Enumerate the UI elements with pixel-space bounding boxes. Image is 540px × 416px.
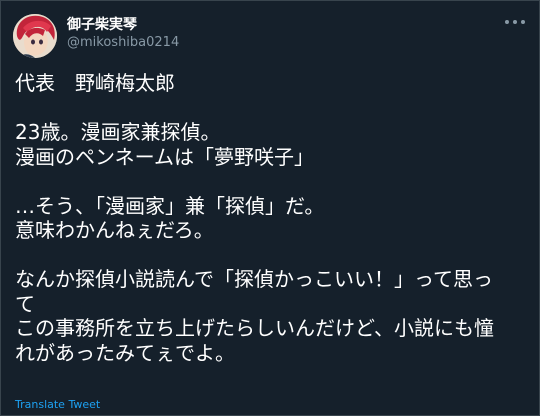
tweet-text-line [15, 243, 531, 268]
translate-tweet-link[interactable]: Translate Tweet [15, 398, 100, 411]
more-horizontal-icon[interactable] [505, 15, 525, 29]
tweet-text-line: なんか探偵小説読んで「探偵かっこいい！」って思っ [15, 267, 493, 291]
tweet-text: 代表 野崎梅太郎 23歳。漫画家兼探偵。 漫画のペンネームは「夢野咲子」 …そう… [15, 71, 531, 365]
tweet-text-line: 代表 野崎梅太郎 [15, 71, 175, 95]
dot-icon [505, 20, 509, 24]
tweet-text-line: 意味わかんねぇだろ。 [15, 218, 214, 242]
tweet-text-line: 23歳。漫画家兼探偵。 [15, 120, 221, 144]
avatar[interactable] [13, 14, 57, 58]
tweet-card: 御子柴実琴 @mikoshiba0214 代表 野崎梅太郎 23歳。漫画家兼探偵… [0, 0, 540, 416]
display-name[interactable]: 御子柴実琴 [67, 14, 137, 34]
tweet-text-line [15, 169, 531, 194]
dot-icon [513, 20, 517, 24]
tweet-text-line: この事務所を立ち上げたらしいんだけど、小説にも憧 [15, 316, 494, 340]
tweet-text-line [15, 96, 531, 121]
tweet-text-line: 漫画のペンネームは「夢野咲子」 [15, 144, 314, 169]
tweet-text-line: …そう、「漫画家」兼「探偵」だ。 [15, 193, 325, 218]
tweet-text-line: て [15, 291, 35, 316]
avatar-image-icon [13, 14, 57, 58]
tweet-text-line: れがあったみてぇでよ。 [15, 340, 235, 365]
dot-icon [521, 20, 525, 24]
user-handle[interactable]: @mikoshiba0214 [67, 35, 179, 50]
